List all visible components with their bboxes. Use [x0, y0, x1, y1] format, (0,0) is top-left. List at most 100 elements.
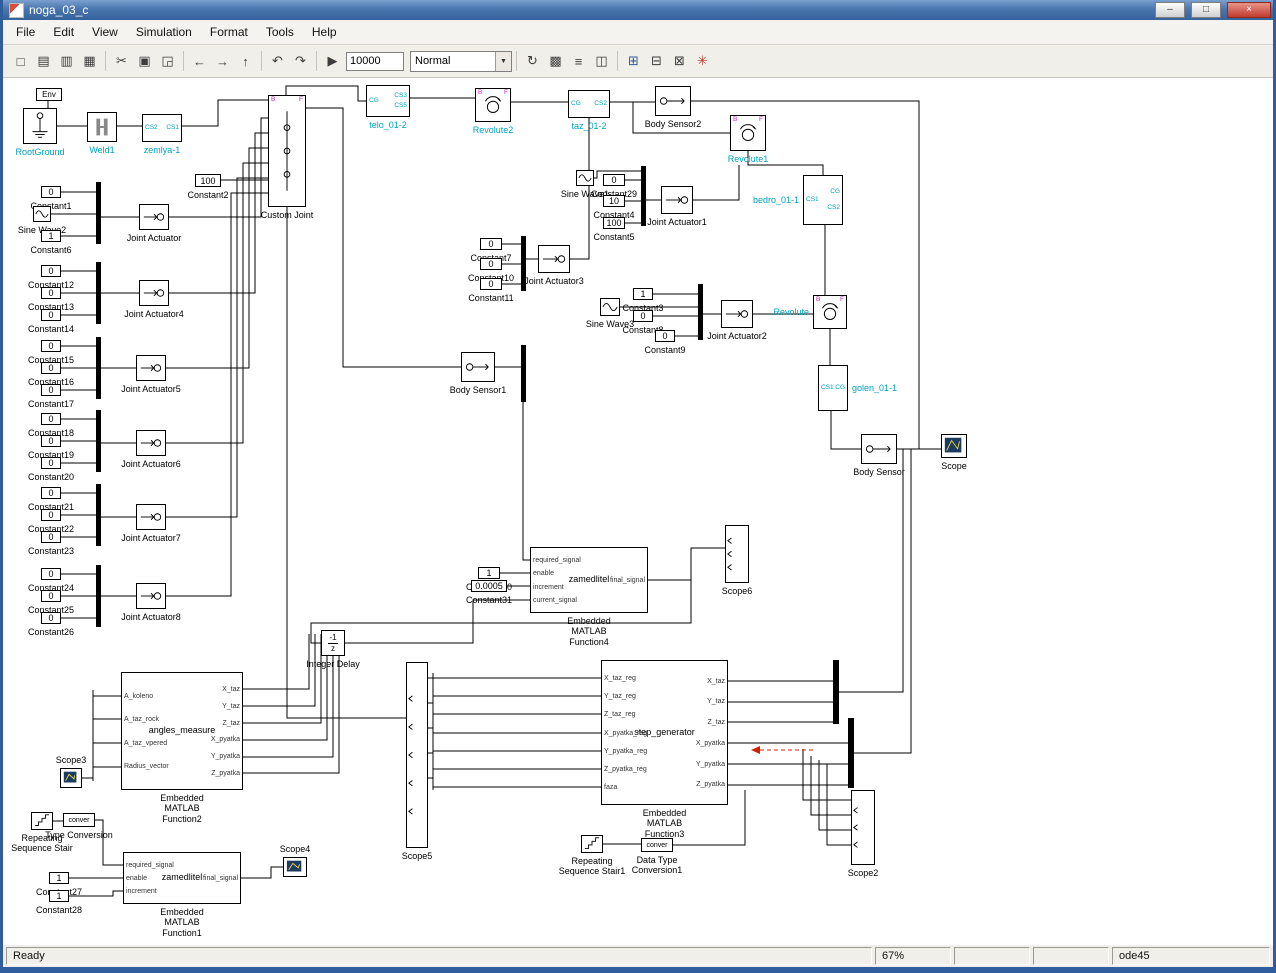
paste-button[interactable]: ◲: [156, 50, 179, 73]
block-constant26[interactable]: 0: [41, 612, 61, 624]
block-ja0[interactable]: [139, 204, 169, 230]
block-constant31[interactable]: 0.0005: [471, 580, 507, 592]
block-mux5[interactable]: [96, 484, 101, 546]
block-constant12[interactable]: 0: [41, 265, 61, 277]
close-button[interactable]: ×: [1227, 2, 1271, 18]
wire[interactable]: [243, 634, 327, 740]
menu-help[interactable]: Help: [303, 22, 346, 42]
block-telo[interactable]: CGCS3CS5: [366, 85, 410, 117]
build-button[interactable]: ▩: [544, 50, 567, 73]
model-canvas[interactable]: EnvRootGroundWeld1CS2CS1zemlya-1BFCustom…: [3, 78, 1273, 945]
wire[interactable]: [243, 634, 315, 706]
wire[interactable]: [854, 449, 911, 753]
block-zemlya[interactable]: CS2CS1: [142, 114, 182, 142]
update-diagram-button[interactable]: ↻: [521, 50, 544, 73]
block-constant11[interactable]: 0: [480, 278, 502, 290]
block-emf2[interactable]: angles_measureA_kolenoA_taz_rockA_taz_vp…: [121, 672, 243, 790]
block-bodysensor2[interactable]: [655, 86, 691, 116]
block-taz[interactable]: CGCS2: [568, 90, 610, 118]
block-constant5[interactable]: 100: [603, 217, 625, 229]
block-constant28[interactable]: 1: [49, 890, 69, 902]
block-constant7[interactable]: 0: [480, 238, 502, 250]
wire[interactable]: [345, 600, 530, 643]
block-emf3[interactable]: step_generatorX_taz_regY_taz_regZ_taz_re…: [601, 660, 728, 805]
block-scope6[interactable]: [725, 525, 749, 583]
block-constant3[interactable]: 1: [633, 288, 653, 300]
forward-button[interactable]: →: [211, 50, 234, 73]
block-scope4[interactable]: [283, 857, 307, 877]
wire[interactable]: [182, 100, 268, 126]
block-ja1[interactable]: [661, 186, 693, 214]
block-constant2[interactable]: 100: [195, 174, 221, 187]
block-mux7[interactable]: [641, 166, 646, 226]
cut-button[interactable]: ✂: [110, 50, 133, 73]
print-button[interactable]: ▦: [78, 50, 101, 73]
wire[interactable]: [306, 108, 461, 367]
block-mux4[interactable]: [96, 410, 101, 472]
menu-simulation[interactable]: Simulation: [127, 22, 201, 42]
block-constant27[interactable]: 1: [49, 872, 69, 884]
block-sinewave2[interactable]: [33, 206, 51, 222]
new-button[interactable]: □: [9, 50, 32, 73]
block-emf4[interactable]: zamedlitelrequired_signalenableincrement…: [530, 547, 648, 613]
model-browser-button[interactable]: ⊠: [668, 50, 691, 73]
block-revolute1[interactable]: BF: [730, 115, 766, 151]
block-stair1[interactable]: [581, 835, 603, 853]
wire[interactable]: [819, 760, 851, 830]
block-env[interactable]: Env: [36, 88, 62, 101]
redo-button[interactable]: ↷: [289, 50, 312, 73]
block-constant25[interactable]: 0: [41, 590, 61, 602]
block-bodysensor0[interactable]: [861, 434, 897, 464]
wire[interactable]: [166, 178, 268, 517]
block-mux10[interactable]: [521, 345, 526, 402]
block-mux11[interactable]: [833, 660, 839, 724]
block-constant4[interactable]: 10: [603, 195, 625, 207]
block-emf1[interactable]: zamedlitelrequired_signalenableincrement…: [123, 852, 241, 904]
up-button[interactable]: ↑: [234, 50, 257, 73]
block-scope3[interactable]: [60, 768, 82, 788]
title-bar[interactable]: noga_03_c – □ ×: [3, 0, 1273, 20]
wire[interactable]: [839, 449, 903, 692]
block-dtc1[interactable]: conver: [641, 838, 673, 852]
back-button[interactable]: ←: [188, 50, 211, 73]
block-constant20[interactable]: 0: [41, 457, 61, 469]
wire[interactable]: [166, 163, 268, 443]
block-sinewave3[interactable]: [600, 298, 620, 316]
model-explorer-button[interactable]: ⊟: [645, 50, 668, 73]
block-rootground[interactable]: [23, 108, 57, 144]
library-browser-button[interactable]: ⊞: [622, 50, 645, 73]
block-customjoint[interactable]: BF: [268, 95, 306, 207]
block-constant6[interactable]: 1: [41, 230, 61, 242]
menu-view[interactable]: View: [83, 22, 127, 42]
block-ja7[interactable]: [136, 504, 166, 530]
simulation-mode-dropdown[interactable]: Normal▼: [410, 51, 512, 72]
block-constant18[interactable]: 0: [41, 413, 61, 425]
menu-edit[interactable]: Edit: [44, 22, 83, 42]
block-ja2[interactable]: [721, 300, 753, 328]
block-constant17[interactable]: 0: [41, 384, 61, 396]
copy-button[interactable]: ▣: [133, 50, 156, 73]
block-mux6[interactable]: [96, 565, 101, 627]
block-constant30[interactable]: 1: [478, 567, 500, 579]
wire[interactable]: [691, 101, 919, 449]
block-constant24[interactable]: 0: [41, 568, 61, 580]
block-constant15[interactable]: 0: [41, 340, 61, 352]
debug-button[interactable]: ✳: [691, 50, 714, 73]
simulation-time-input[interactable]: [346, 52, 404, 71]
block-constant29[interactable]: 0: [603, 174, 625, 186]
wire[interactable]: [648, 548, 725, 580]
wire[interactable]: [241, 867, 283, 878]
wire[interactable]: [287, 207, 406, 718]
block-ja4[interactable]: [139, 280, 169, 306]
block-constant16[interactable]: 0: [41, 362, 61, 374]
open-button[interactable]: ▤: [32, 50, 55, 73]
block-ja6[interactable]: [136, 430, 166, 456]
block-bodysensor1[interactable]: [461, 352, 495, 382]
block-mux3[interactable]: [96, 337, 101, 399]
wire[interactable]: [523, 402, 530, 560]
block-sinewave1[interactable]: [576, 170, 594, 186]
block-golen[interactable]: CS1CG: [818, 365, 848, 411]
block-constant19[interactable]: 0: [41, 435, 61, 447]
start-simulation-button[interactable]: ▶: [321, 50, 344, 73]
block-mux9[interactable]: [698, 284, 703, 340]
